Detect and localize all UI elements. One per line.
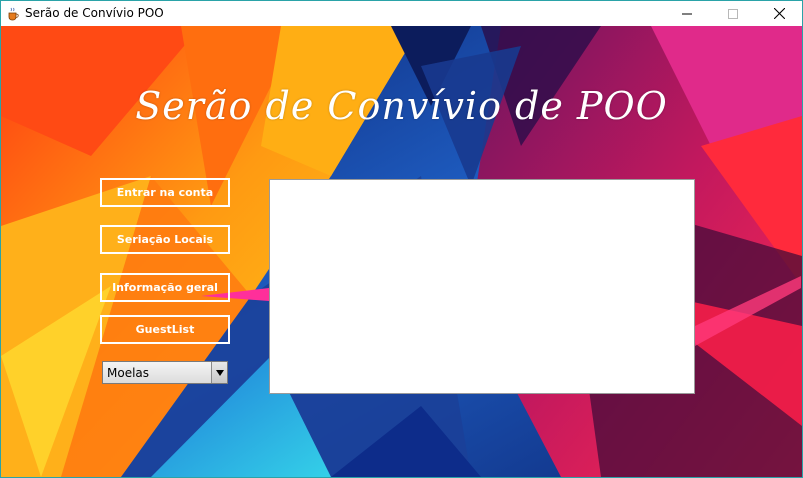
maximize-icon [728,8,738,19]
main-content: Serão de Convívio de POO Entrar na conta… [1,26,802,477]
chevron-down-icon [215,369,224,376]
page-heading: Serão de Convívio de POO [135,84,668,128]
location-dropdown[interactable]: Moelas [102,361,228,384]
title-bar[interactable]: Serão de Convívio POO [1,1,802,26]
maximize-button[interactable] [710,1,756,26]
minimize-icon [682,13,692,14]
guestlist-button[interactable]: GuestList [100,315,230,344]
window-title: Serão de Convívio POO [25,6,164,20]
dropdown-arrow-button[interactable] [211,362,227,383]
output-panel[interactable] [269,179,695,394]
close-button[interactable] [756,1,802,26]
app-window: Serão de Convívio POO Serão de Convívio … [0,0,803,478]
login-button[interactable]: Entrar na conta [100,178,230,207]
minimize-button[interactable] [664,1,710,26]
close-icon [773,8,785,19]
venue-ranking-button[interactable]: Seriação Locais [100,225,230,254]
java-cup-icon [6,6,20,21]
dropdown-selected-value: Moelas [107,365,150,380]
general-info-button[interactable]: Informação geral [100,273,230,302]
